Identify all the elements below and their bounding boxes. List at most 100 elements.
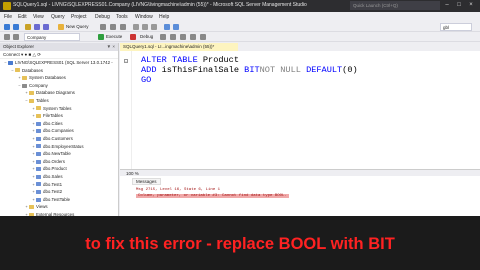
tab-sqlquery1[interactable]: SQLQuery1.sql - LI...ingmachine\admin (5… [120, 43, 238, 51]
database-icon [22, 83, 27, 88]
cancel-query-icon[interactable] [130, 34, 136, 40]
tree-node[interactable]: + dbo.Companies [0, 127, 118, 135]
connect-dropdown-icon[interactable]: ▾ ● ■ △ ⟳ [21, 52, 41, 57]
tree-node[interactable]: + System Databases [0, 74, 118, 82]
save-all-icon[interactable] [43, 24, 49, 30]
tree-node[interactable]: + dbo.TestTable [0, 196, 118, 204]
folder-icon [29, 98, 34, 103]
sql-editor-toolbar: Company Execute Debug [0, 32, 480, 42]
new-query-icon[interactable] [58, 24, 64, 30]
folder-icon [36, 114, 41, 118]
tree-node[interactable]: − Databases [0, 67, 118, 75]
error-message-text: Column, parameter, or variable #3: Canno… [136, 194, 289, 198]
tree-node-label: Views [36, 204, 48, 210]
tree-node[interactable]: + System Tables [0, 105, 118, 113]
menu-bar: File Edit View Query Project Debug Tools… [0, 12, 480, 22]
tree-node[interactable]: + dbo.Test2 [0, 188, 118, 196]
menu-edit[interactable]: Edit [18, 14, 27, 20]
tree-node[interactable]: + dbo.Sales [0, 173, 118, 181]
copy-icon[interactable] [142, 24, 148, 30]
tree-node[interactable]: + Database Diagrams [0, 89, 118, 97]
code-identifier: Product [197, 55, 239, 65]
tree-node[interactable]: + dbo.EmployeeStatus [0, 143, 118, 151]
object-explorer-header: Object Explorer ▼ × [0, 43, 118, 51]
save-icon[interactable] [34, 24, 40, 30]
minimize-icon[interactable]: – [442, 1, 452, 10]
results-pane: Messages Msg 2715, Level 16, State 6, Li… [120, 176, 480, 216]
redo-icon[interactable] [173, 24, 179, 30]
dmx-query-icon[interactable] [110, 24, 116, 30]
menu-query[interactable]: Query [51, 14, 65, 20]
tree-node[interactable]: − Tables [0, 97, 118, 105]
display-plan-icon[interactable] [170, 34, 176, 40]
menu-project[interactable]: Project [71, 14, 87, 20]
tree-node-label: LIVNG\SQLEXPRESS01 (SQL Server 13.0.1742… [15, 60, 113, 65]
menu-view[interactable]: View [33, 14, 44, 20]
tree-node[interactable]: + dbo.NewTable [0, 150, 118, 158]
mdx-query-icon[interactable] [100, 24, 106, 30]
cut-icon[interactable] [133, 24, 139, 30]
pin-icon[interactable]: ▼ × [107, 44, 115, 49]
connect-button[interactable]: Connect [3, 52, 20, 57]
close-icon[interactable]: × [466, 1, 476, 10]
tree-node-label: dbo.Cities [43, 120, 63, 126]
folder-icon [15, 68, 20, 73]
indent-icon[interactable] [200, 34, 206, 40]
tree-node-label: dbo.Companies [43, 128, 74, 134]
tree-node[interactable]: + dbo.Cities [0, 120, 118, 128]
new-query-button[interactable]: New Query [66, 24, 89, 29]
tree-node[interactable]: + Views [0, 203, 118, 211]
query-editor[interactable]: − ALTER TABLE Product ADD isThisFinalSal… [120, 51, 480, 169]
xmla-query-icon[interactable] [120, 24, 126, 30]
table-icon [36, 167, 41, 172]
forward-icon[interactable] [13, 24, 19, 30]
menu-help[interactable]: Help [159, 14, 169, 20]
comment-icon[interactable] [190, 34, 196, 40]
paste-icon[interactable] [151, 24, 157, 30]
tree-node[interactable]: − LIVNG\SQLEXPRESS01 (SQL Server 13.0.174… [0, 59, 118, 67]
ssms-app-icon [3, 2, 11, 10]
ssms-window: SQLQuery1.sql - LIVNG\SQLEXPRESS01.Compa… [0, 0, 480, 216]
parse-icon[interactable] [160, 34, 166, 40]
change-connection-icon[interactable] [13, 34, 19, 40]
table-icon [36, 189, 41, 194]
execute-button[interactable]: Execute [106, 34, 122, 39]
table-icon [36, 144, 41, 149]
tree-node[interactable]: + dbo.Customers [0, 135, 118, 143]
tree-node[interactable]: + FileTables [0, 112, 118, 120]
debug-button[interactable]: Debug [140, 34, 153, 39]
undo-icon[interactable] [164, 24, 170, 30]
database-select[interactable]: Company [24, 33, 80, 41]
menu-debug[interactable]: Debug [95, 14, 110, 20]
back-icon[interactable] [4, 24, 10, 30]
tree-node-label: dbo.Customers [43, 135, 73, 141]
tree-node[interactable]: − Company [0, 82, 118, 90]
search-value: gbl [443, 25, 450, 30]
execute-icon[interactable] [98, 34, 104, 40]
code-keyword: GO [141, 75, 152, 85]
code-greyed-keyword: NOT NULL [259, 65, 301, 75]
menu-window[interactable]: Window [135, 14, 153, 20]
results-grid-icon[interactable] [180, 34, 186, 40]
search-combo[interactable]: gbl [440, 23, 472, 31]
table-icon [36, 159, 41, 164]
code-line-2: ADD isThisFinalSale BITNOT NULL DEFAULT(… [141, 65, 358, 75]
maximize-icon[interactable]: □ [454, 1, 464, 10]
menu-tools[interactable]: Tools [116, 14, 128, 20]
tree-node-label: FileTables [43, 113, 63, 119]
window-title: SQLQuery1.sql - LIVNG\SQLEXPRESS01.Compa… [13, 2, 307, 8]
zoom-bar: 100 % [120, 169, 480, 176]
tree-node[interactable]: + dbo.Test1 [0, 181, 118, 189]
quick-launch-input[interactable]: Quick Launch (Ctrl+Q) [350, 1, 440, 10]
folder-icon [29, 205, 34, 210]
open-file-icon[interactable] [25, 24, 31, 30]
tree-node[interactable]: + dbo.Product [0, 165, 118, 173]
table-icon [36, 136, 41, 141]
tab-messages[interactable]: Messages [132, 178, 161, 185]
collapse-icon[interactable]: − [124, 59, 128, 63]
tree-node[interactable]: + dbo.Orders [0, 158, 118, 166]
connect-icon[interactable] [4, 34, 10, 40]
menu-file[interactable]: File [4, 14, 12, 20]
title-bar: SQLQuery1.sql - LIVNG\SQLEXPRESS01.Compa… [0, 0, 480, 12]
tree-node-label: dbo.Test2 [43, 189, 63, 195]
